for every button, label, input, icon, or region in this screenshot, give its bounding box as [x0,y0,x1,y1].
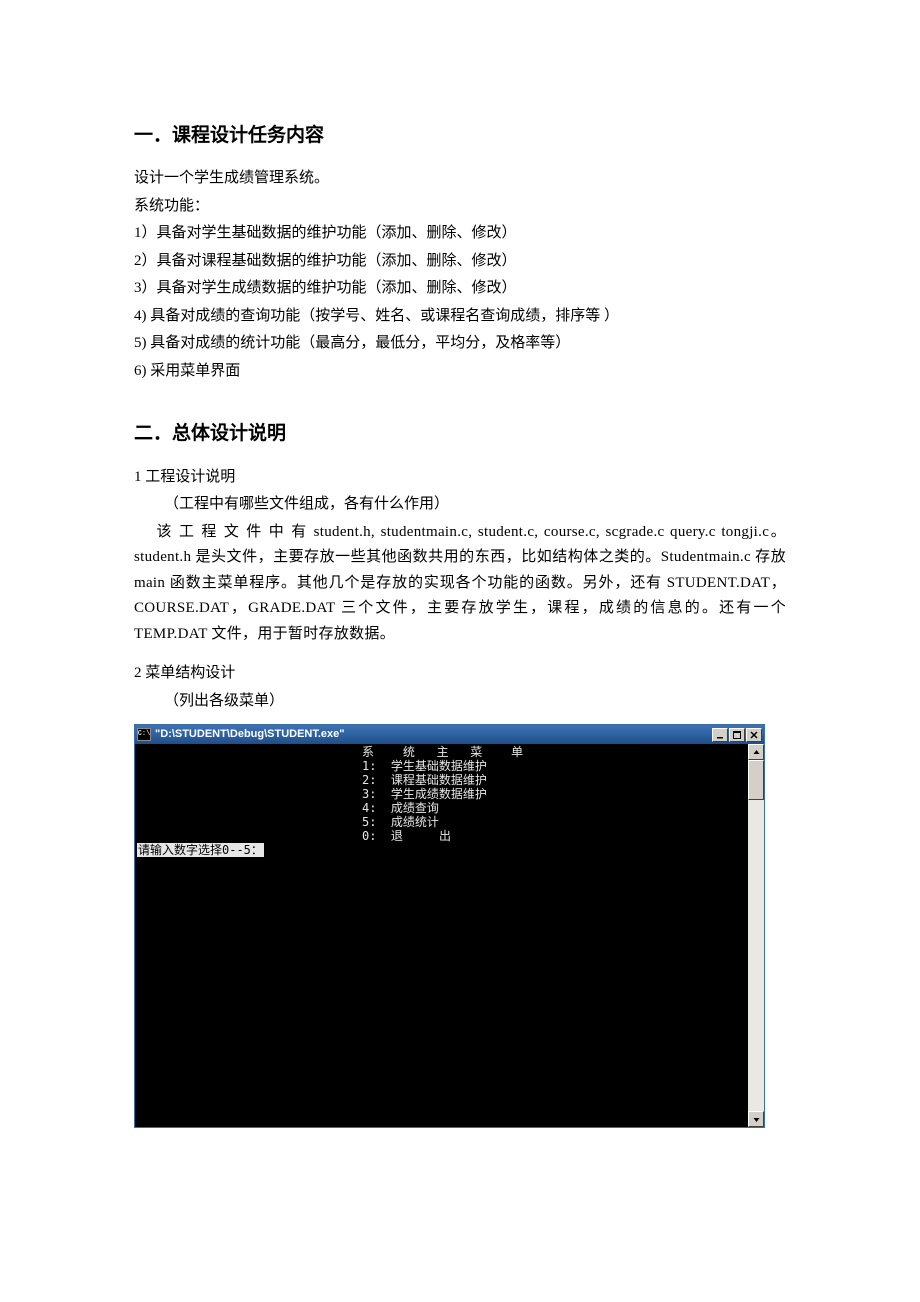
menu-line-0: 系 统 主 菜 单 [362,745,746,759]
scroll-up-button[interactable] [748,744,764,760]
sub2-note: （列出各级菜单） [134,689,786,715]
window-buttons [712,728,762,742]
arrow-down-icon [753,1116,760,1123]
scroll-down-button[interactable] [748,1111,764,1127]
vertical-scrollbar[interactable] [748,744,764,1127]
cmd-icon: C:\ [137,728,151,741]
section1-p1: 设计一个学生成绩管理系统。 [134,166,786,192]
close-icon [750,731,758,739]
sub2-title: 2 菜单结构设计 [134,661,786,687]
console-window: C:\ "D:\STUDENT\Debug\STUDENT.exe" 系 统 主… [134,724,765,1128]
minimize-button[interactable] [712,728,728,742]
menu-line-2: 2: 课程基础数据维护 [362,773,746,787]
arrow-up-icon [753,749,760,756]
menu-line-4: 4: 成绩查询 [362,801,746,815]
sub1-body: 该 工 程 文 件 中 有 student.h, studentmain.c, … [134,520,786,648]
section1-item-3: 3）具备对学生成绩数据的维护功能（添加、删除、修改） [134,276,786,302]
window-title: "D:\STUDENT\Debug\STUDENT.exe" [155,725,712,744]
sub1-note: （工程中有哪些文件组成，各有什么作用） [134,492,786,518]
close-button[interactable] [746,728,762,742]
menu-line-6: 0: 退 出 [362,829,746,843]
menu-line-1: 1: 学生基础数据维护 [362,759,746,773]
console-prompt: 请输入数字选择0--5： [137,843,264,857]
section1-heading: 一．课程设计任务内容 [134,120,786,152]
titlebar[interactable]: C:\ "D:\STUDENT\Debug\STUDENT.exe" [135,725,764,744]
section1-item-5: 5) 具备对成绩的统计功能（最高分，最低分，平均分，及格率等） [134,331,786,357]
sub1-title: 1 工程设计说明 [134,465,786,491]
menu-line-5: 5: 成绩统计 [362,815,746,829]
section1-item-1: 1）具备对学生基础数据的维护功能（添加、删除、修改） [134,221,786,247]
section1-p2: 系统功能： [134,194,786,220]
section1-item-4: 4) 具备对成绩的查询功能（按学号、姓名、或课程名查询成绩，排序等 ） [134,304,786,330]
menu-line-3: 3: 学生成绩数据维护 [362,787,746,801]
section2-heading: 二．总体设计说明 [134,418,786,450]
console-content[interactable]: 系 统 主 菜 单1: 学生基础数据维护2: 课程基础数据维护3: 学生成绩数据… [135,744,748,1127]
section1-item-6: 6) 采用菜单界面 [134,359,786,385]
maximize-button[interactable] [729,728,745,742]
minimize-icon [716,731,724,739]
maximize-icon [733,731,741,739]
scroll-track[interactable] [748,760,764,1111]
console-body: 系 统 主 菜 单1: 学生基础数据维护2: 课程基础数据维护3: 学生成绩数据… [135,744,764,1127]
scroll-thumb[interactable] [748,760,764,800]
section1-item-2: 2）具备对课程基础数据的维护功能（添加、删除、修改） [134,249,786,275]
